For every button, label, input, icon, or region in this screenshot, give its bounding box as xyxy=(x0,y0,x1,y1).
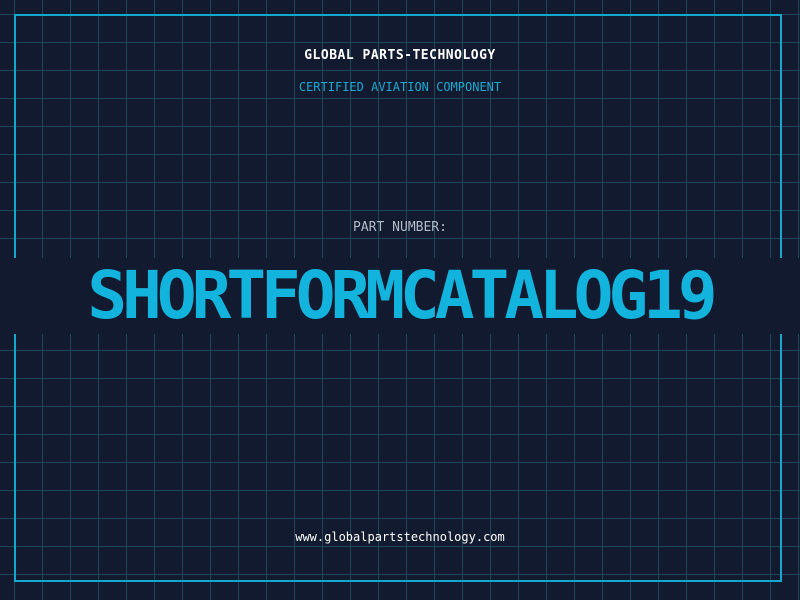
website-link[interactable]: www.globalpartstechnology.com xyxy=(0,530,800,544)
part-number-band: SHORTFORMCATALOG19 xyxy=(0,258,800,334)
part-number-value: SHORTFORMCATALOG19 xyxy=(87,258,717,334)
part-number-label: PART NUMBER: xyxy=(353,220,447,235)
company-name: GLOBAL PARTS-TECHNOLOGY xyxy=(304,48,496,63)
tagline: CERTIFIED AVIATION COMPONENT xyxy=(298,80,502,94)
